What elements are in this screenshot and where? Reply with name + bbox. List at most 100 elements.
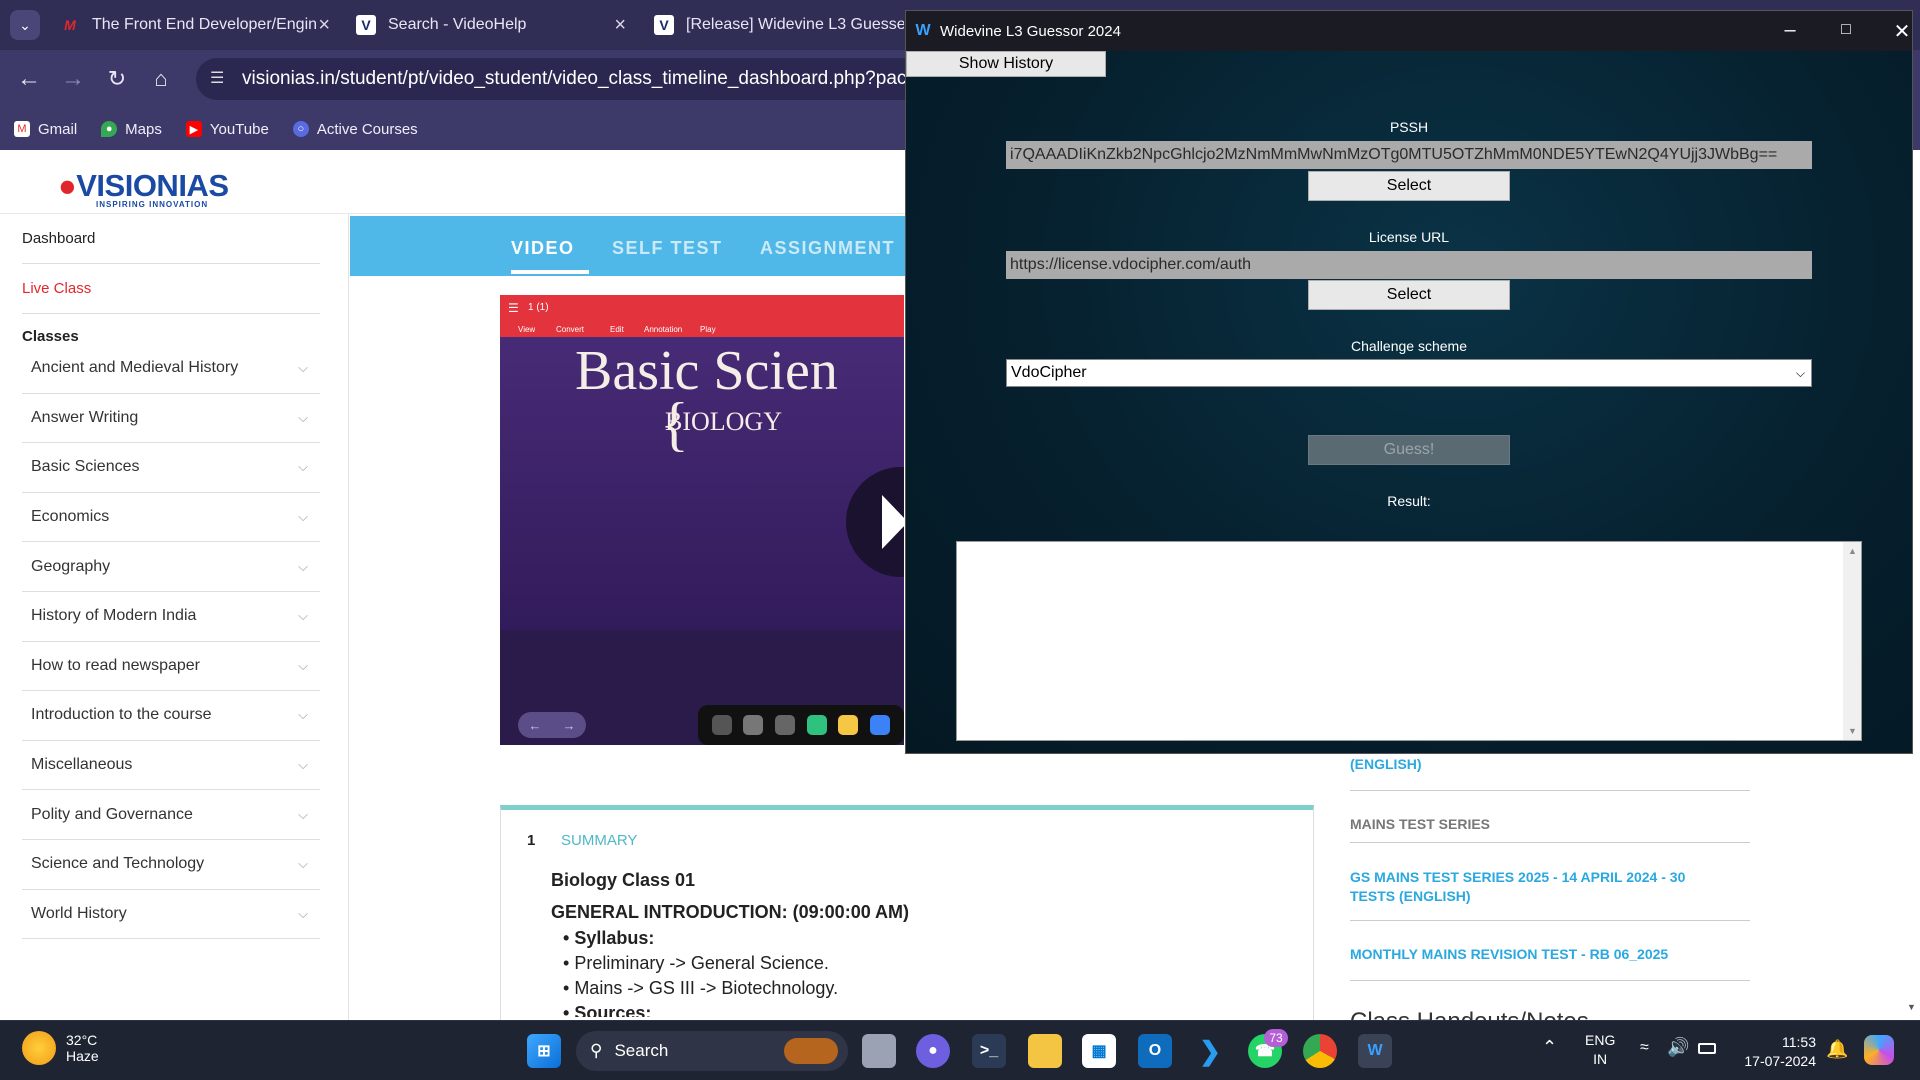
sidebar-class-item[interactable]: Polity and Governance ⌵ (22, 790, 320, 840)
guess-button[interactable]: Guess! (1308, 435, 1510, 465)
play-icon[interactable] (846, 467, 904, 577)
chevron-down-icon: ⌵ (298, 806, 308, 822)
file-explorer-icon[interactable] (1028, 1034, 1062, 1068)
tab-search-button[interactable]: ⌄ (10, 10, 40, 40)
sidebar-class-item[interactable]: Economics ⌵ (22, 493, 320, 543)
language-indicator[interactable]: ENG IN (1585, 1031, 1615, 1069)
sidebar-class-item[interactable]: World History ⌵ (22, 890, 320, 940)
bookmark-maps[interactable]: ● Maps (101, 121, 162, 138)
result-label: Result: (1387, 493, 1431, 509)
weather-temp: 32°C (66, 1032, 98, 1048)
challenge-scheme-select[interactable]: VdoCipher ⌵ (1006, 359, 1812, 387)
widevine-guessor-icon[interactable]: W (1358, 1034, 1392, 1068)
show-history-button[interactable]: Show History (906, 51, 1106, 77)
video-nav-arrows[interactable]: ← → (518, 712, 586, 738)
sidebar-class-item[interactable]: Ancient and Medieval History ⌵ (22, 344, 320, 394)
reload-icon[interactable]: ↻ (102, 64, 132, 94)
app-title-bar[interactable]: W Widevine L3 Guessor 2024 – □ ✕ (906, 11, 1912, 51)
weather-condition: Haze (66, 1048, 99, 1064)
site-logo[interactable]: ●VISIONIAS INSPIRING INNOVATION (58, 168, 229, 209)
summary-bullet: • Preliminary -> General Science. (563, 953, 829, 973)
sidebar-class-item[interactable]: Answer Writing ⌵ (22, 394, 320, 444)
sidebar-class-item[interactable]: How to read newspaper ⌵ (22, 642, 320, 692)
pssh-select-button[interactable]: Select (1308, 171, 1510, 201)
prev-arrow-icon[interactable]: ← (529, 718, 542, 733)
active-tab-indicator (511, 270, 589, 274)
show-hidden-icons[interactable]: ⌃ (1542, 1037, 1557, 1058)
chevron-down-icon: ⌵ (298, 608, 308, 624)
bookmark-youtube[interactable]: ▶ YouTube (185, 121, 269, 138)
sidebar-class-item[interactable]: Basic Sciences ⌵ (22, 443, 320, 493)
chevron-down-icon: ⌵ (298, 856, 308, 872)
site-info-icon[interactable]: ☰ (210, 68, 224, 88)
bookmark-gmail[interactable]: M Gmail (14, 121, 77, 138)
sidebar-class-label: Basic Sciences (31, 458, 140, 476)
microsoft-store-icon[interactable]: ▦ (1082, 1034, 1116, 1068)
scroll-up-icon[interactable]: ▲ (1848, 546, 1857, 556)
sidebar-class-item[interactable]: History of Modern India ⌵ (22, 592, 320, 642)
result-textarea[interactable]: ▲ ▼ (956, 541, 1862, 741)
scroll-down-icon[interactable]: ▼ (1907, 1002, 1916, 1012)
license-url-field[interactable]: https://license.vdocipher.com/auth (1006, 251, 1812, 279)
outlook-icon[interactable]: O (1138, 1034, 1172, 1068)
chevron-down-icon: ⌵ (1795, 365, 1805, 380)
summary-bullet: • Mains -> GS III -> Biotechnology. (563, 978, 839, 998)
minimize-icon[interactable]: – (1762, 19, 1818, 42)
scroll-down-icon[interactable]: ▼ (1848, 726, 1857, 736)
battery-icon[interactable] (1698, 1043, 1716, 1054)
vscode-icon[interactable]: ❯ (1193, 1034, 1227, 1068)
challenge-scheme-label: Challenge scheme (1351, 338, 1467, 354)
sidebar-class-item[interactable]: Geography ⌵ (22, 542, 320, 592)
maximize-icon[interactable]: □ (1818, 21, 1874, 39)
monthly-mains-revision-link[interactable]: MONTHLY MAINS REVISION TEST - RB 06_2025 (1350, 946, 1750, 962)
close-tab-icon[interactable]: × (614, 14, 626, 37)
summary-card: 1 SUMMARY Biology Class 01 GENERAL INTRO… (500, 805, 1314, 1025)
english-link[interactable]: (ENGLISH) (1350, 756, 1750, 772)
tab-self-test[interactable]: SELF TEST (612, 238, 723, 259)
video-menu-view: View (518, 325, 536, 334)
next-arrow-icon[interactable]: → (563, 718, 576, 733)
pssh-field[interactable]: i7QAAADIiKnZkb2NpcGhlcjo2MzNmMmMwNmMzOTg… (1006, 141, 1812, 169)
notification-bell-icon[interactable]: 🔔 (1826, 1039, 1848, 1060)
sidebar-class-label: Miscellaneous (31, 756, 133, 774)
tab-video[interactable]: VIDEO (511, 238, 575, 259)
browser-tab-3[interactable]: V [Release] Widevine L3 Guesser (654, 8, 904, 42)
task-view-icon[interactable] (862, 1034, 896, 1068)
terminal-icon[interactable]: >_ (972, 1034, 1006, 1068)
video-player[interactable]: ☰ 1 (1) View Convert Edit Annotation Pla… (500, 295, 904, 745)
close-icon[interactable]: ✕ (1874, 19, 1920, 44)
gs-mains-test-series-link[interactable]: GS MAINS TEST SERIES 2025 - 14 APRIL 202… (1350, 868, 1720, 906)
video-slide-subtitle: BIOLOGY (665, 407, 782, 436)
chrome-icon[interactable] (1303, 1034, 1337, 1068)
sidebar-class-item[interactable]: Science and Technology ⌵ (22, 840, 320, 890)
chevron-down-icon: ⌵ (298, 360, 308, 376)
copilot-icon[interactable] (1864, 1035, 1894, 1065)
sidebar-item-live-class[interactable]: Live Class (22, 264, 320, 314)
sidebar-item-dashboard[interactable]: Dashboard (22, 214, 320, 264)
forward-arrow-icon[interactable]: → (58, 64, 88, 94)
back-arrow-icon[interactable]: ← (14, 64, 44, 94)
browser-tab-2[interactable]: V Search - VideoHelp × (356, 8, 626, 42)
teams-chat-icon[interactable]: ● (916, 1034, 950, 1068)
result-scrollbar[interactable]: ▲ ▼ (1843, 542, 1861, 740)
sidebar-class-item[interactable]: Miscellaneous ⌵ (22, 741, 320, 791)
wifi-icon[interactable]: ≈ (1640, 1039, 1649, 1057)
sidebar-class-item[interactable]: Introduction to the course ⌵ (22, 691, 320, 741)
clock[interactable]: 11:53 17-07-2024 (1734, 1033, 1816, 1071)
home-icon[interactable]: ⌂ (146, 64, 176, 94)
video-menu-annotation: Annotation (644, 325, 683, 334)
browser-tab-1[interactable]: M The Front End Developer/Engin × (60, 8, 330, 42)
backstage-icon (775, 715, 796, 735)
weather-widget[interactable]: 32°C Haze (22, 1031, 99, 1065)
bookmark-active-courses[interactable]: ○ Active Courses (292, 121, 418, 138)
summary-label[interactable]: SUMMARY (561, 832, 637, 849)
volume-icon[interactable]: 🔊 (1667, 1037, 1689, 1058)
windows-start-icon[interactable]: ⊞ (527, 1034, 561, 1068)
license-select-button[interactable]: Select (1308, 280, 1510, 310)
tab-assignment[interactable]: ASSIGNMENT (760, 238, 895, 259)
close-tab-icon[interactable]: × (318, 14, 330, 37)
chevron-down-icon: ⌵ (298, 558, 308, 574)
sidebar: Dashboard Live Class Classes Ancient and… (22, 214, 320, 940)
chevron-down-icon: ⌵ (298, 509, 308, 525)
taskbar-search[interactable]: ⚲ Search (576, 1031, 848, 1071)
